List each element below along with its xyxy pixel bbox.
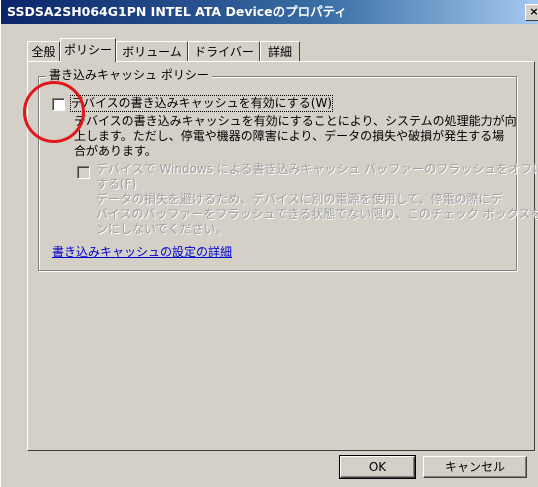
ok-button-label: OK xyxy=(368,460,387,474)
tab-label: ドライバー xyxy=(194,45,254,59)
annotation-circle xyxy=(23,81,85,143)
tab-label: 詳細 xyxy=(267,45,292,59)
disable-flush-label[interactable]: デバイスで Windows による書き込みキャッシュ バッファーのフラッシュをオ… xyxy=(96,162,538,192)
tab-label: ポリシー xyxy=(63,43,112,57)
tab-general[interactable]: 全般 xyxy=(27,41,60,61)
cancel-button-label: キャンセル xyxy=(444,460,505,474)
tab-details[interactable]: 詳細 xyxy=(260,41,300,61)
description-line: ンにしないでください。 xyxy=(96,222,228,236)
tab-label: ボリューム xyxy=(122,45,182,59)
description-line: 合があります。 xyxy=(74,144,157,158)
disable-flush-label-line: する(F) xyxy=(96,177,137,191)
close-icon[interactable]: × xyxy=(525,4,538,21)
window-title: SSDSA2SH064G1PN INTEL ATA Deviceのプロパティ xyxy=(7,4,347,19)
description-line: 上します。ただし、停電や機器の障害により、データの損失や破損が発生する場 xyxy=(74,129,505,143)
write-cache-details-link[interactable]: 書き込みキャッシュの設定の詳細 xyxy=(52,245,232,260)
disable-flush-label-line: デバイスで Windows による書き込みキャッシュ バッファーのフラッシュをオ… xyxy=(96,162,538,176)
enable-write-cache-description: デバイスの書き込みキャッシュを有効にすることにより、システムの処理能力が向 上し… xyxy=(74,114,517,159)
disable-flush-description: データの損失を避けるため、デバイスに別の電源を使用して、停電の際にデ バイスのバ… xyxy=(96,192,538,237)
tab-volume[interactable]: ボリューム xyxy=(116,41,188,61)
tab-driver[interactable]: ドライバー xyxy=(188,41,260,61)
properties-window: SSDSA2SH064G1PN INTEL ATA Deviceのプロパティ ×… xyxy=(0,0,538,487)
cancel-button[interactable]: キャンセル xyxy=(423,456,527,478)
description-line: データの損失を避けるため、デバイスに別の電源を使用して、停電の際にデ xyxy=(96,192,503,206)
group-title: 書き込みキャッシュ ポリシー xyxy=(46,67,212,83)
tab-label: 全般 xyxy=(31,45,56,59)
enable-write-cache-label[interactable]: デバイスの書き込みキャッシュを有効にする(W) xyxy=(70,95,333,112)
ok-button[interactable]: OK xyxy=(339,455,416,479)
disable-flush-checkbox[interactable] xyxy=(77,166,90,179)
tab-policy[interactable]: ポリシー xyxy=(60,38,116,62)
title-bar: SSDSA2SH064G1PN INTEL ATA Deviceのプロパティ × xyxy=(1,0,538,24)
description-line: デバイスの書き込みキャッシュを有効にすることにより、システムの処理能力が向 xyxy=(74,114,517,128)
description-line: バイスのバッファーをフラッシュできる状態でない限り、このチェック ボックスをオ xyxy=(96,207,538,221)
